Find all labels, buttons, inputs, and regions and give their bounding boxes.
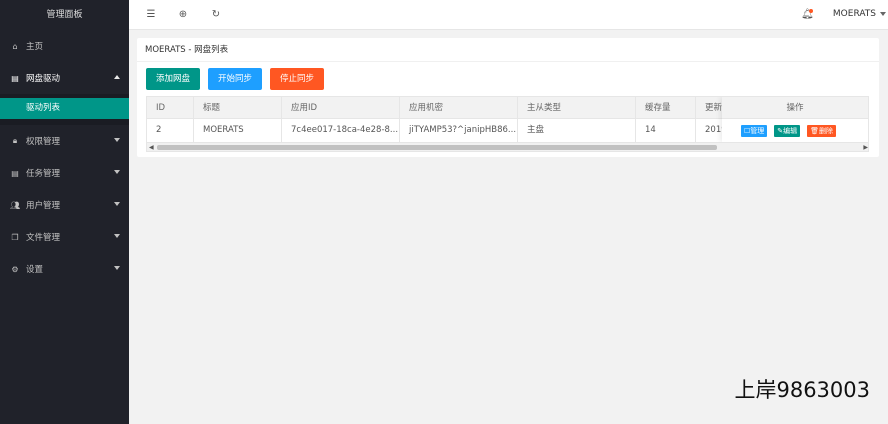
edit-button-label: 编辑 [783,126,798,135]
sidebar-item-label: 设置 [26,265,44,275]
cell-type: 主盘 [518,119,636,142]
sidebar-item-drives[interactable]: ▤ 网盘驱动 [0,62,129,94]
sidebar-item-label: 文件管理 [26,233,61,243]
trash-icon: 🗑︎ [810,126,820,135]
username: MOERATS [832,9,876,19]
stop-sync-button[interactable]: 停止同步 [270,68,325,90]
manage-button-label: 管理 [750,126,765,135]
refresh-icon[interactable]: ↻ [210,9,222,21]
row-actions: ☐ 管理 ✎ 编辑 🗑︎ 删除 [722,119,868,142]
notification-bell-icon[interactable]: 🔔︎ [801,9,814,21]
cell-cache: 14 [636,119,696,142]
users-icon: 👥︎ [10,200,21,210]
chevron-up-icon [114,75,120,79]
chevron-down-icon [114,266,120,270]
list-icon: ▤ [11,73,19,83]
drive-table: ID 标题 应用ID 应用机密 主从类型 缓存量 更新 2 MOERATS 7c… [146,96,869,152]
user-menu[interactable]: MOERATS [833,9,886,19]
edit-button[interactable]: ✎ 编辑 [774,124,801,137]
chevron-down-icon [114,234,120,238]
sidebar-item-label: 用户管理 [26,201,61,211]
watermark: 上岸9863003 [734,378,870,402]
column-header-type: 主从类型 [518,97,636,118]
delete-button-label: 删除 [819,126,834,135]
notification-dot [809,9,813,13]
scroll-right-icon[interactable]: ▶ [863,143,868,151]
column-header-cache: 缓存量 [636,97,696,118]
column-header-title: 标题 [194,97,282,118]
chevron-down-icon [114,170,120,174]
chevron-down-icon [880,12,886,16]
sidebar-item-home[interactable]: ⌂ 主页 [0,30,129,62]
card-title: MOERATS - 网盘列表 [137,38,879,62]
files-icon: ❐ [11,232,19,242]
cell-secret: jiTYAMP53?^janipHB86... [400,119,518,142]
menu-toggle-icon[interactable]: ☰ [145,9,157,21]
sidebar-item-files[interactable]: ❐ 文件管理 [0,221,129,253]
scroll-left-icon[interactable]: ◀ [149,143,154,151]
add-drive-button[interactable]: 添加网盘 [146,68,201,90]
column-header-app-id: 应用ID [282,97,400,118]
sidebar-item-users[interactable]: 👥︎ 用户管理 [0,189,129,221]
sidebar-item-label: 权限管理 [26,137,61,147]
sidebar-submenu: 驱动列表 [0,94,129,125]
horizontal-scrollbar[interactable]: ◀ ▶ [147,142,868,151]
sidebar-item-permissions[interactable]: 🔒︎ 权限管理 [0,125,129,157]
actions-column: 操作 ☐ 管理 ✎ 编辑 🗑︎ 删除 [722,97,868,142]
sidebar-item-label: 主页 [26,42,44,52]
manage-button[interactable]: ☐ 管理 [741,124,768,137]
home-icon: ⌂ [12,41,18,51]
gear-icon: ⚙ [11,264,19,274]
globe-icon[interactable]: ⊕ [177,9,189,21]
sidebar-subitem-drive-list[interactable]: 驱动列表 [0,98,129,119]
cell-id: 2 [147,119,194,142]
delete-button[interactable]: 🗑︎ 删除 [807,124,837,137]
sidebar-item-tasks[interactable]: ▤ 任务管理 [0,157,129,189]
chevron-down-icon [114,138,120,142]
sidebar-item-settings[interactable]: ⚙ 设置 [0,253,129,285]
sidebar-item-label: 任务管理 [26,169,61,179]
lock-icon: 🔒︎ [12,136,18,145]
cell-app-id: 7c4ee017-18ca-4e28-8... [282,119,400,142]
column-header-id: ID [147,97,194,118]
sidebar: 管理面板 ⌂ 主页 ▤ 网盘驱动 驱动列表 🔒︎ 权限管理 ▤ 任务管理 👥︎ … [0,0,129,424]
chevron-down-icon [114,202,120,206]
top-header: ☰ ⊕ ↻ 🔔︎ MOERATS [129,0,888,30]
list-icon: ▤ [11,168,19,178]
start-sync-button[interactable]: 开始同步 [208,68,263,90]
sidebar-item-label: 网盘驱动 [26,74,61,84]
column-header-actions: 操作 [722,97,868,119]
sidebar-logo: 管理面板 [46,10,83,20]
cell-title: MOERATS [194,119,282,142]
drive-list-card: MOERATS - 网盘列表 添加网盘 开始同步 停止同步 ID 标题 应用ID… [137,38,879,157]
column-header-secret: 应用机密 [400,97,518,118]
scrollbar-thumb[interactable] [157,145,717,150]
